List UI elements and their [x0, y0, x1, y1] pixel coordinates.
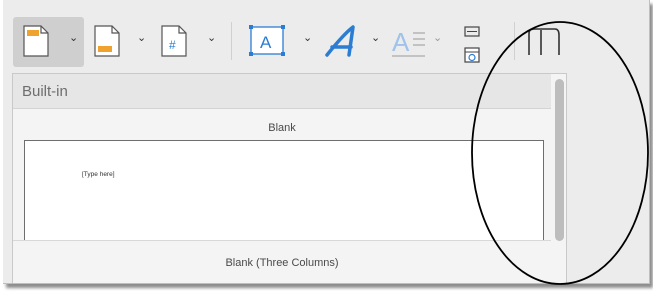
chevron-down-icon[interactable]: ⌄	[303, 33, 312, 44]
page-number-icon: #	[161, 25, 187, 57]
text-box-button[interactable]: A ⌄	[239, 17, 312, 67]
chevron-down-icon[interactable]: ⌄	[137, 33, 146, 44]
toolbar-separator	[231, 22, 232, 60]
wordart-icon	[325, 25, 355, 57]
wordart-button[interactable]: ⌄	[321, 17, 383, 67]
drop-cap-button[interactable]: A ⌄	[389, 17, 453, 67]
document-footer-icon	[94, 25, 120, 57]
preview-placeholder-text: [Type here]	[82, 171, 115, 178]
drop-cap-icon: A	[392, 27, 425, 57]
document-header-icon	[23, 25, 49, 57]
cover-page-button[interactable]: ⌄	[13, 17, 84, 67]
gallery-item-blank[interactable]: [Type here]	[24, 140, 544, 241]
chevron-down-icon[interactable]: ⌄	[433, 33, 442, 44]
annotation-ellipse	[471, 21, 649, 285]
svg-text:#: #	[169, 38, 176, 52]
svg-text:A: A	[260, 33, 272, 52]
chevron-down-icon[interactable]: ⌄	[371, 33, 380, 44]
section-label: Built-in	[22, 83, 68, 100]
chevron-down-icon[interactable]: ⌄	[69, 33, 78, 44]
footer-button[interactable]: ⌄	[89, 17, 149, 67]
chevron-down-icon[interactable]: ⌄	[207, 33, 216, 44]
text-box-icon: A	[249, 25, 285, 56]
page-number-button[interactable]: # ⌄	[155, 17, 219, 67]
svg-text:A: A	[392, 27, 410, 57]
